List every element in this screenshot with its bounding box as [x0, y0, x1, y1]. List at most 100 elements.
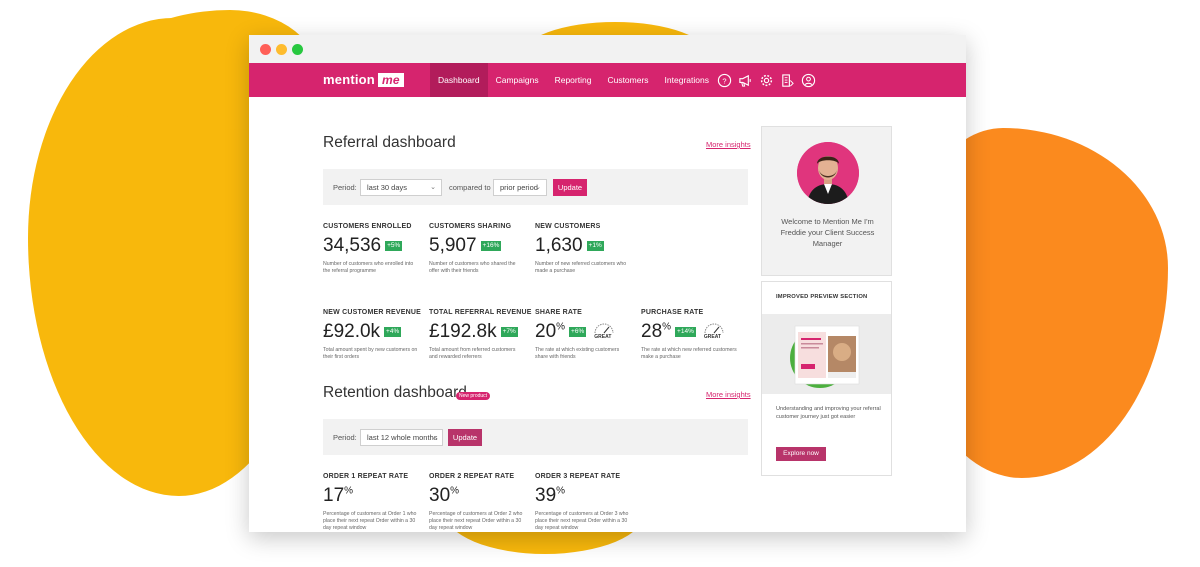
metric-label: TOTAL REFERRAL REVENUE: [429, 309, 532, 316]
metric-label: ORDER 3 REPEAT RATE: [535, 473, 621, 480]
metric-total-referral-revenue: TOTAL REFERRAL REVENUE £192.8k +7% Total …: [429, 309, 533, 361]
metric-value: 1,630: [535, 235, 583, 256]
help-icon[interactable]: ?: [717, 73, 732, 88]
metric-value: £92.0k: [323, 321, 381, 342]
logo-badge: me: [377, 73, 404, 87]
period-select[interactable]: last 30 days ⌄: [360, 179, 442, 196]
change-badge: +14%: [675, 327, 696, 337]
explore-now-button[interactable]: Explore now: [776, 447, 826, 461]
chevron-down-icon: ⌄: [430, 184, 436, 191]
new-product-badge: New product: [456, 392, 491, 400]
retention-update-button[interactable]: Update: [448, 429, 482, 446]
metric-label: CUSTOMERS SHARING: [429, 223, 512, 230]
svg-text:?: ?: [722, 76, 726, 85]
top-navbar: mention me Dashboard Campaigns Reporting …: [249, 63, 966, 97]
nav-item-integrations[interactable]: Integrations: [657, 63, 717, 97]
period-select-value: last 30 days: [367, 183, 408, 192]
metric-description: Percentage of customers at Order 1 who p…: [323, 511, 417, 531]
metric-purchase-rate: PURCHASE RATE 28% +14% GREAT The rate at…: [641, 309, 741, 361]
main-nav: Dashboard Campaigns Reporting Customers …: [430, 63, 717, 97]
nav-item-reporting[interactable]: Reporting: [547, 63, 600, 97]
referral-more-insights-link[interactable]: More insights: [706, 140, 751, 149]
metric-new-customer-revenue: NEW CUSTOMER REVENUE £92.0k +4% Total amo…: [323, 309, 423, 361]
metric-label: ORDER 1 REPEAT RATE: [323, 473, 409, 480]
metric-description: Number of new referred customers who mad…: [535, 261, 627, 274]
gear-icon[interactable]: [759, 73, 774, 88]
metric-value: 34,536: [323, 235, 382, 256]
metric-label: NEW CUSTOMER REVENUE: [323, 309, 421, 316]
change-badge: +16%: [480, 241, 502, 251]
metric-label: SHARE RATE: [535, 309, 582, 316]
compared-to-label: compared to: [449, 183, 491, 192]
metric-share-rate: SHARE RATE 20% +6% GREAT The rate at whi…: [535, 309, 635, 361]
metric-description: The rate at which existing customers sha…: [535, 347, 620, 360]
metric-customers-enrolled: CUSTOMERS ENROLLED 34,536 +5% Number of c…: [323, 223, 423, 275]
metric-description: The rate at which new referred customers…: [641, 347, 737, 360]
period-label: Period:: [333, 433, 357, 442]
nav-item-customers[interactable]: Customers: [599, 63, 656, 97]
referral-filter-bar: Period: last 30 days ⌄ compared to prior…: [323, 169, 748, 205]
change-badge: +7%: [500, 327, 518, 337]
improved-preview-card: IMPROVED PREVIEW SECTION Understanding a…: [761, 281, 892, 476]
metric-description: Number of customers who enrolled into th…: [323, 261, 414, 274]
dashboard-content: Referral dashboard More insights Period:…: [249, 97, 966, 532]
user-icon[interactable]: [801, 73, 816, 88]
nav-item-campaigns[interactable]: Campaigns: [488, 63, 547, 97]
minimize-window-button[interactable]: [276, 44, 287, 55]
metric-label: NEW CUSTOMERS: [535, 223, 601, 230]
metric-value: 20%: [535, 321, 566, 342]
metric-description: Number of customers who shared the offer…: [429, 261, 516, 274]
referral-dashboard-title: Referral dashboard: [323, 134, 456, 151]
metric-value: 30%: [429, 485, 460, 506]
metric-customers-sharing: CUSTOMERS SHARING 5,907 +16% Number of cu…: [429, 223, 529, 275]
metric-value: 39%: [535, 485, 566, 506]
chevron-down-icon: ⌄: [431, 434, 437, 441]
compare-period-select[interactable]: prior period ⌄: [493, 179, 547, 196]
metric-value: 5,907: [429, 235, 477, 256]
period-label: Period:: [333, 183, 357, 192]
metric-description: Percentage of customers at Order 3 who p…: [535, 511, 629, 531]
nav-icons: ?: [717, 73, 816, 88]
metric-description: Total amount spent by new customers on t…: [323, 347, 418, 360]
metric-description: Percentage of customers at Order 2 who p…: [429, 511, 523, 531]
logo-text: mention: [323, 72, 375, 87]
avatar: [797, 142, 859, 204]
referral-update-button[interactable]: Update: [553, 179, 587, 196]
nav-item-dashboard[interactable]: Dashboard: [430, 63, 488, 97]
window-titlebar: [249, 35, 966, 63]
retention-period-select[interactable]: last 12 whole months ⌄: [360, 429, 443, 446]
gauge-icon: GREAT: [702, 321, 726, 343]
preview-image: [762, 314, 891, 394]
change-badge: +6%: [569, 327, 587, 337]
browser-window: mention me Dashboard Campaigns Reporting …: [249, 35, 966, 532]
metric-order-3-repeat-rate: ORDER 3 REPEAT RATE 39% Percentage of cu…: [535, 473, 635, 532]
maximize-window-button[interactable]: [292, 44, 303, 55]
welcome-text: Welcome to Mention Me I'm Freddie your C…: [780, 217, 875, 248]
gauge-label: GREAT: [703, 334, 721, 340]
gauge-label: GREAT: [594, 334, 612, 340]
metric-value: 28%: [641, 321, 672, 342]
retention-period-value: last 12 whole months: [367, 433, 438, 442]
megaphone-icon[interactable]: [738, 73, 753, 88]
change-badge: +1%: [586, 241, 604, 251]
metric-order-1-repeat-rate: ORDER 1 REPEAT RATE 17% Percentage of cu…: [323, 473, 423, 532]
metric-description: Total amount from referred customers and…: [429, 347, 516, 360]
metric-label: PURCHASE RATE: [641, 309, 704, 316]
metric-new-customers: NEW CUSTOMERS 1,630 +1% Number of new ref…: [535, 223, 635, 275]
metric-value: 17%: [323, 485, 354, 506]
gauge-icon: GREAT: [592, 321, 616, 343]
document-icon[interactable]: [780, 73, 795, 88]
metric-value: £192.8k: [429, 321, 497, 342]
metric-label: CUSTOMERS ENROLLED: [323, 223, 412, 230]
change-badge: +4%: [384, 327, 402, 337]
preview-section-title: IMPROVED PREVIEW SECTION: [776, 294, 868, 300]
metric-label: ORDER 2 REPEAT RATE: [429, 473, 515, 480]
chevron-down-icon: ⌄: [535, 184, 541, 191]
mention-me-logo[interactable]: mention me: [323, 72, 404, 87]
retention-dashboard-title: Retention dashboard: [323, 384, 467, 401]
change-badge: +5%: [385, 241, 403, 251]
retention-more-insights-link[interactable]: More insights: [706, 390, 751, 399]
preview-description: Understanding and improving your referra…: [776, 406, 881, 420]
compare-select-value: prior period: [500, 183, 538, 192]
close-window-button[interactable]: [260, 44, 271, 55]
